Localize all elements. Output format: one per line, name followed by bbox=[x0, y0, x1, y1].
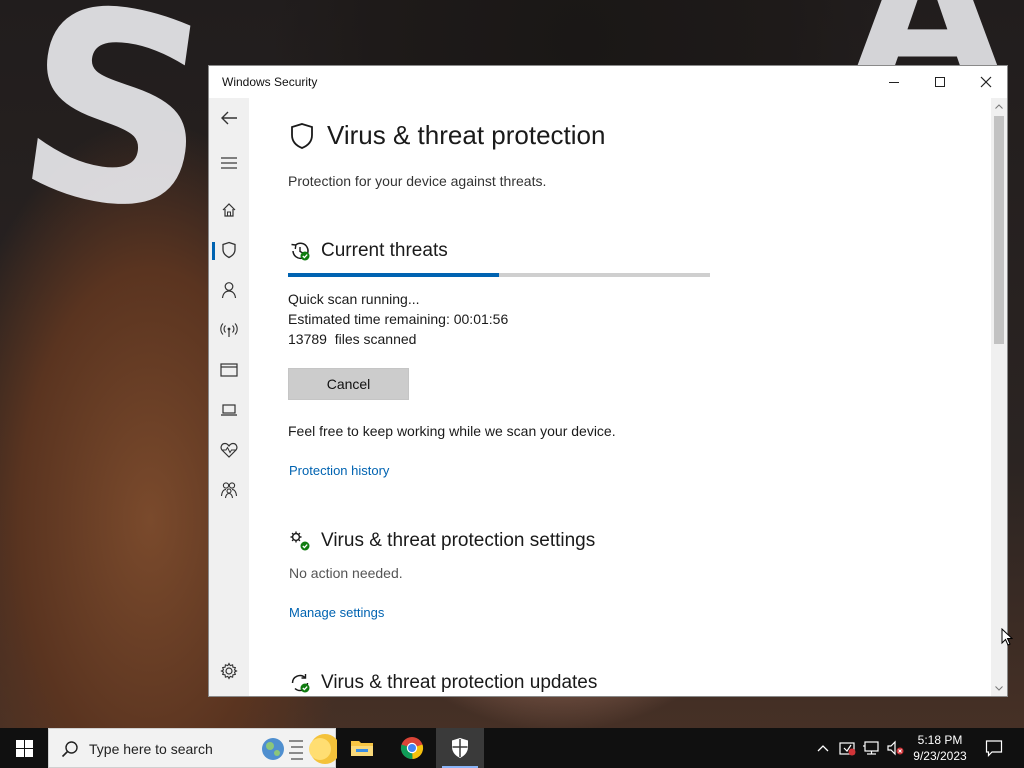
chrome-icon bbox=[400, 737, 424, 760]
update-refresh-icon bbox=[291, 674, 310, 693]
taskbar-clock[interactable]: 5:18 PM 9/23/2023 bbox=[906, 732, 974, 764]
minimize-button[interactable] bbox=[871, 66, 917, 98]
page-header: Virus & threat protection bbox=[289, 120, 605, 151]
window-title: Windows Security bbox=[222, 75, 318, 89]
shield-icon bbox=[222, 241, 236, 259]
current-threats-header: Current threats bbox=[289, 240, 448, 262]
scan-history-icon bbox=[291, 242, 310, 261]
nav-item-device-health[interactable] bbox=[209, 432, 249, 468]
volume-muted-icon bbox=[887, 740, 904, 756]
home-icon bbox=[222, 203, 236, 217]
nav-item-virus-protection[interactable] bbox=[209, 232, 249, 268]
settings-section-heading: Virus & threat protection settings bbox=[321, 530, 596, 551]
scrollbar-thumb[interactable] bbox=[994, 116, 1004, 344]
family-icon bbox=[220, 482, 238, 499]
security-tray-icon bbox=[839, 742, 856, 756]
time-remaining: Estimated time remaining: 00:01:56 bbox=[288, 311, 508, 327]
windows-security-icon bbox=[452, 738, 468, 758]
nav-item-app-browser[interactable] bbox=[209, 352, 249, 388]
tray-volume[interactable] bbox=[884, 728, 906, 768]
scan-progress-fill bbox=[288, 273, 499, 277]
files-scanned: 13789 files scanned bbox=[288, 331, 416, 347]
files-scanned-count: 13789 bbox=[288, 331, 327, 347]
network-icon bbox=[863, 741, 879, 755]
scan-progress-bar bbox=[288, 273, 710, 277]
protection-history-link[interactable]: Protection history bbox=[289, 463, 389, 478]
show-hidden-icons-button[interactable] bbox=[812, 728, 834, 768]
cancel-scan-button[interactable]: Cancel bbox=[288, 368, 409, 400]
page-subtitle: Protection for your device against threa… bbox=[288, 173, 547, 189]
settings-gears-icon bbox=[290, 531, 310, 551]
time-remaining-label: Estimated time remaining: bbox=[288, 311, 450, 327]
tray-security[interactable] bbox=[836, 728, 858, 768]
nav-item-home[interactable] bbox=[209, 192, 249, 228]
maximize-button[interactable] bbox=[917, 66, 963, 98]
current-threats-heading: Current threats bbox=[321, 240, 448, 261]
chevron-up-icon bbox=[817, 745, 829, 752]
close-button[interactable] bbox=[963, 66, 1007, 98]
maximize-icon bbox=[935, 77, 945, 87]
scan-status: Quick scan running... bbox=[288, 291, 420, 307]
back-arrow-icon bbox=[221, 111, 237, 125]
hamburger-menu-icon bbox=[221, 157, 237, 169]
title-bar[interactable]: Windows Security bbox=[209, 66, 1007, 98]
main-content: Virus & threat protection Protection for… bbox=[249, 98, 993, 696]
clock-time: 5:18 PM bbox=[917, 733, 963, 747]
manage-settings-link[interactable]: Manage settings bbox=[289, 605, 384, 620]
taskbar-file-explorer[interactable] bbox=[338, 728, 386, 768]
start-button[interactable] bbox=[0, 728, 48, 768]
mouse-cursor-icon bbox=[1001, 628, 1013, 646]
chevron-down-icon bbox=[995, 685, 1003, 691]
wallpaper-graphic: S bbox=[1, 0, 230, 274]
menu-button[interactable] bbox=[209, 145, 249, 181]
search-highlight-icon bbox=[262, 734, 337, 764]
settings-section-header: Virus & threat protection settings bbox=[289, 530, 595, 552]
back-button[interactable] bbox=[209, 100, 249, 136]
shield-icon bbox=[291, 122, 313, 149]
nav-item-family-options[interactable] bbox=[209, 472, 249, 508]
files-scanned-label: files scanned bbox=[334, 331, 417, 347]
settings-status: No action needed. bbox=[289, 565, 403, 581]
gear-icon bbox=[220, 662, 238, 680]
nav-item-device-security[interactable] bbox=[209, 392, 249, 428]
taskbar-search-box[interactable]: Type here to search bbox=[48, 728, 337, 768]
left-navigation bbox=[209, 98, 249, 696]
page-title: Virus & threat protection bbox=[327, 120, 606, 150]
taskbar-windows-security[interactable] bbox=[436, 728, 484, 768]
file-explorer-icon bbox=[351, 741, 373, 756]
minimize-icon bbox=[889, 82, 899, 83]
taskbar: Type here to search 5:18 PM 9/23/2023 bbox=[0, 728, 1024, 768]
clock-date: 9/23/2023 bbox=[913, 749, 967, 763]
scroll-down-button[interactable] bbox=[991, 680, 1007, 696]
chevron-up-icon bbox=[995, 103, 1003, 109]
person-icon bbox=[221, 282, 237, 299]
active-indicator bbox=[212, 242, 215, 260]
vertical-scrollbar[interactable] bbox=[991, 98, 1007, 696]
laptop-icon bbox=[221, 404, 237, 416]
notification-icon bbox=[985, 740, 1003, 757]
time-remaining-value: 00:01:56 bbox=[453, 311, 509, 327]
action-center-button[interactable] bbox=[974, 728, 1014, 768]
antenna-icon bbox=[220, 323, 238, 337]
nav-item-account[interactable] bbox=[209, 272, 249, 308]
updates-section-heading: Virus & threat protection updates bbox=[321, 672, 598, 693]
windows-security-window: Windows Security Virus & threat protecti… bbox=[208, 65, 1008, 697]
search-icon bbox=[61, 741, 78, 758]
scan-info-text: Feel free to keep working while we scan … bbox=[288, 423, 616, 439]
heart-icon bbox=[220, 442, 238, 458]
taskbar-chrome[interactable] bbox=[388, 728, 436, 768]
app-browser-icon bbox=[220, 363, 238, 377]
close-icon bbox=[980, 76, 992, 88]
windows-logo-icon bbox=[15, 739, 33, 757]
nav-item-settings[interactable] bbox=[209, 653, 249, 689]
updates-section-header: Virus & threat protection updates bbox=[289, 672, 597, 694]
search-placeholder: Type here to search bbox=[89, 741, 213, 757]
nav-item-firewall[interactable] bbox=[209, 312, 249, 348]
tray-network[interactable] bbox=[860, 728, 882, 768]
scroll-up-button[interactable] bbox=[991, 98, 1007, 114]
